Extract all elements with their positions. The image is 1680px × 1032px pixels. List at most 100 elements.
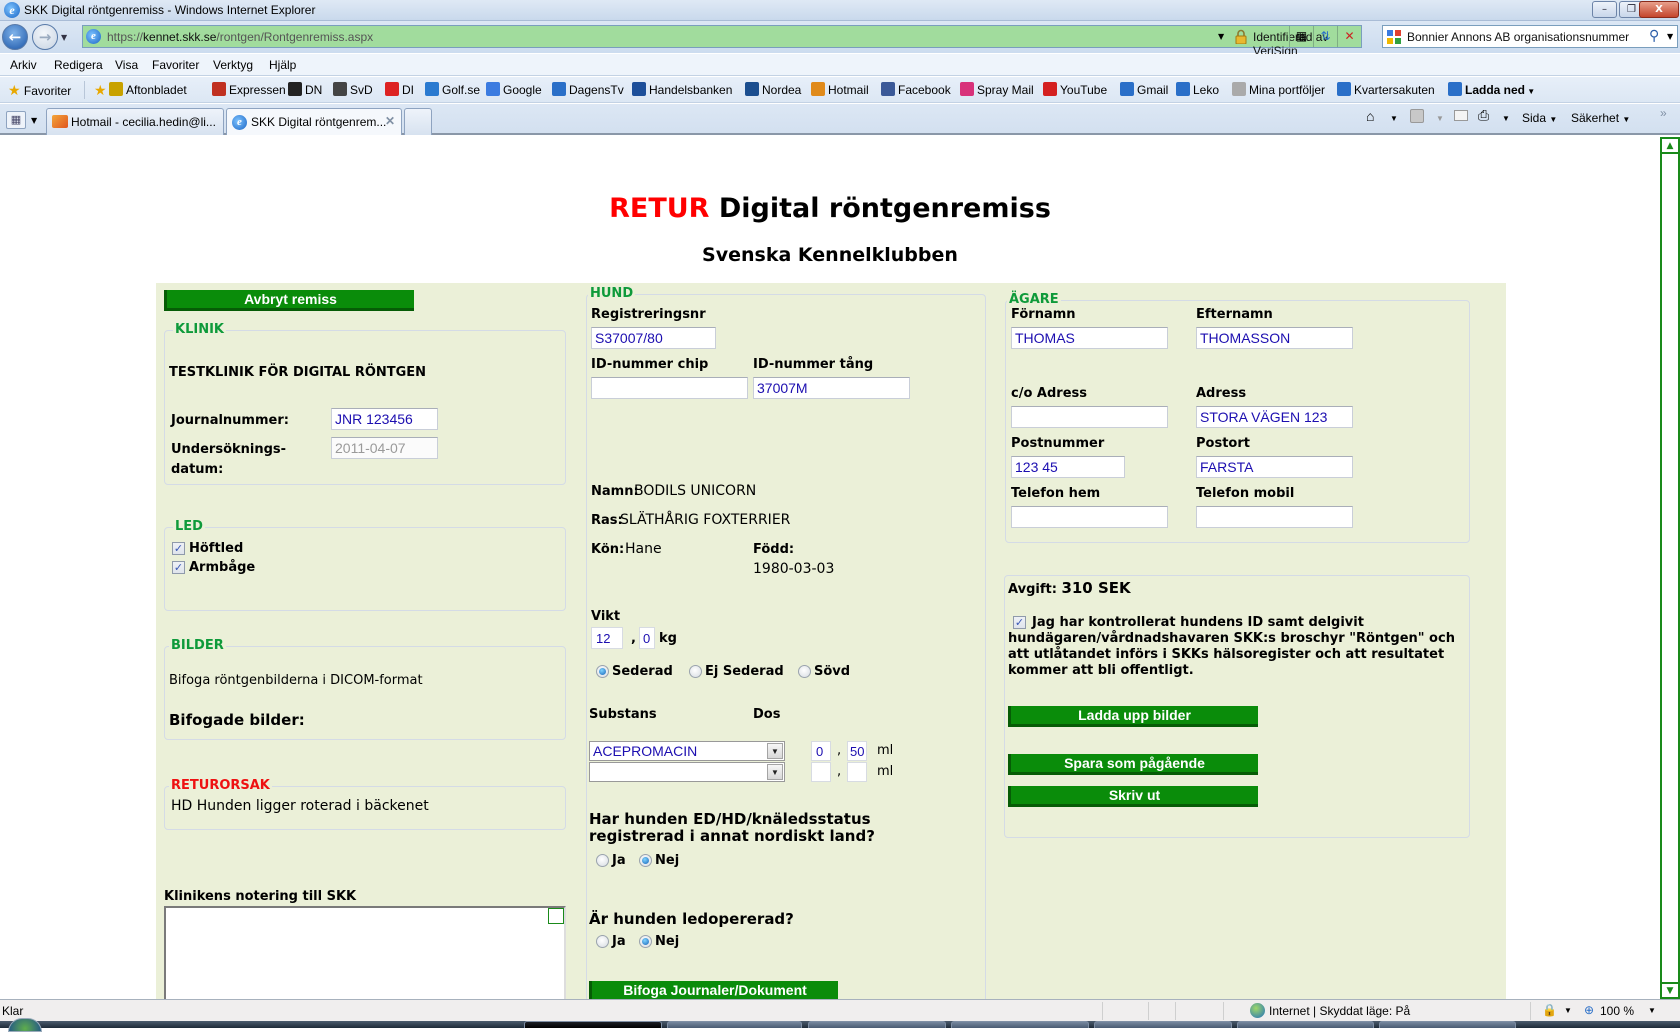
protected-mode-dropdown-icon[interactable]: ▼ <box>1564 1006 1572 1015</box>
favorites-button[interactable]: ★ Favoriter <box>8 82 71 99</box>
favorite-link-dagenstv[interactable]: DagensTv <box>552 82 624 97</box>
not-sedated-radio[interactable] <box>689 665 702 678</box>
favorite-link-mina-portf-ljer[interactable]: Mina portföljer <box>1232 82 1325 97</box>
favorite-link-dn[interactable]: DN <box>288 82 322 97</box>
surgery-no-radio[interactable] <box>639 935 652 948</box>
dose-decimal-input-2[interactable] <box>847 762 867 782</box>
favorite-link-spray-mail[interactable]: Spray Mail <box>960 82 1034 97</box>
lastname-input[interactable]: THOMASSON <box>1196 327 1353 349</box>
textarea-resize-box[interactable] <box>548 908 564 924</box>
read-mail-icon[interactable] <box>1454 110 1468 121</box>
taskbar-item[interactable] <box>667 1021 802 1028</box>
reg-number-input[interactable]: S37007/80 <box>591 327 716 349</box>
favorite-link-handelsbanken[interactable]: Handelsbanken <box>632 82 732 97</box>
chip-id-input[interactable] <box>591 377 748 399</box>
clinic-note-textarea[interactable] <box>164 906 566 999</box>
favorite-link-expressen[interactable]: Expressen <box>212 82 286 97</box>
print-dropdown-icon[interactable]: ▼ <box>1502 114 1510 123</box>
cancel-referral-button[interactable]: Avbryt remiss <box>164 290 414 311</box>
url-text[interactable]: https://kennet.skk.se/rontgen/Rontgenrem… <box>107 30 373 44</box>
menu-arkiv[interactable]: Arkiv <box>10 58 37 72</box>
menu-verktyg[interactable]: Verktyg <box>213 58 253 72</box>
substance-select-2[interactable]: ▼ <box>589 762 785 782</box>
phone-mobile-input[interactable] <box>1196 506 1353 528</box>
favorite-link-aftonbladet[interactable]: Aftonbladet <box>109 82 187 97</box>
taskbar-item[interactable] <box>951 1021 1089 1028</box>
stop-icon[interactable]: ✕ <box>1337 26 1361 47</box>
menu-hjalp[interactable]: Hjälp <box>269 58 296 72</box>
substance-select-1[interactable]: ACEPROMACIN ▼ <box>589 741 785 761</box>
address-bar[interactable]: e https://kennet.skk.se/rontgen/Rontgenr… <box>82 25 1362 58</box>
forward-button[interactable]: → <box>32 24 58 50</box>
weight-integer-input[interactable]: 12 <box>591 627 623 649</box>
page-menu[interactable]: Sida ▼ <box>1522 111 1557 125</box>
scroll-down-icon[interactable]: ▼ <box>1662 982 1678 997</box>
home-dropdown-icon[interactable]: ▼ <box>1390 114 1398 123</box>
attach-documents-button[interactable]: Bifoga Journaler/Dokument <box>589 981 838 999</box>
back-button[interactable]: ← <box>2 24 28 50</box>
feeds-icon[interactable] <box>1410 109 1424 123</box>
lock-icon[interactable] <box>1235 29 1247 44</box>
download-dropdown-icon[interactable]: ▼ <box>1525 87 1535 96</box>
address-input[interactable]: STORA VÄGEN 123 <box>1196 406 1353 428</box>
search-options-dropdown-icon[interactable]: ▼ <box>1667 32 1673 41</box>
taskbar-item[interactable] <box>1237 1021 1374 1028</box>
tab-hotmail[interactable]: Hotmail - cecilia.hedin@li... <box>46 108 224 135</box>
favorite-link-svd[interactable]: SvD <box>333 82 373 97</box>
favorite-link-di[interactable]: DI <box>385 82 414 97</box>
search-icon[interactable]: ⚲ <box>1649 28 1659 44</box>
favorite-link-hotmail[interactable]: Hotmail <box>811 82 869 97</box>
menu-visa[interactable]: Visa <box>115 58 138 72</box>
search-input[interactable]: Bonnier Annons AB organisationsnummer <box>1407 30 1629 44</box>
save-as-pending-button[interactable]: Spara som pågående <box>1008 754 1258 775</box>
compatibility-view-icon[interactable]: ▦ <box>1289 26 1313 47</box>
taskbar-item[interactable] <box>1094 1021 1232 1028</box>
nordic-no-radio[interactable] <box>639 854 652 867</box>
firstname-input[interactable]: THOMAS <box>1011 327 1168 349</box>
surgery-yes-radio[interactable] <box>596 935 609 948</box>
zip-input[interactable]: 123 45 <box>1011 456 1125 478</box>
add-to-favorites-icon[interactable]: ★ <box>94 82 107 99</box>
menu-redigera[interactable]: Redigera <box>54 58 103 72</box>
exam-date-input[interactable]: 2011-04-07 <box>331 437 438 459</box>
sedated-radio[interactable] <box>596 665 609 678</box>
tab-list-dropdown-icon[interactable]: ▼ <box>31 116 37 125</box>
nordic-yes-radio[interactable] <box>596 854 609 867</box>
close-window-button[interactable]: X <box>1639 1 1679 18</box>
elbow-checkbox[interactable]: ✓ <box>172 561 185 574</box>
favorite-link-kvartersakuten[interactable]: Kvartersakuten <box>1337 82 1435 97</box>
security-menu[interactable]: Säkerhet ▼ <box>1571 111 1630 125</box>
favorite-link-facebook[interactable]: Facebook <box>881 82 951 97</box>
phone-home-input[interactable] <box>1011 506 1168 528</box>
favorite-link-gmail[interactable]: Gmail <box>1120 82 1168 97</box>
print-icon[interactable]: ⎙ <box>1478 107 1489 124</box>
new-tab-button[interactable] <box>404 108 432 135</box>
address-dropdown-icon[interactable]: ▼ <box>1218 32 1224 41</box>
dose-integer-input-2[interactable] <box>811 762 831 782</box>
city-input[interactable]: FARSTA <box>1196 456 1353 478</box>
minimize-button[interactable]: – <box>1592 1 1617 18</box>
weight-decimal-input[interactable]: 0 <box>639 627 655 649</box>
chevron-down-icon[interactable]: ▼ <box>767 764 783 780</box>
print-button[interactable]: Skriv ut <box>1008 786 1258 807</box>
quick-tabs-icon[interactable]: ▦ <box>6 111 26 129</box>
search-box[interactable]: Bonnier Annons AB organisationsnummer ⚲ … <box>1382 25 1678 48</box>
feeds-dropdown-icon[interactable]: ▼ <box>1436 114 1444 123</box>
scroll-up-icon[interactable]: ▲ <box>1662 139 1678 154</box>
dose-integer-input-1[interactable]: 0 <box>811 741 831 761</box>
favorite-link-ladda-ned[interactable]: Ladda ned ▼ <box>1448 82 1535 97</box>
recent-pages-dropdown-icon[interactable]: ▼ <box>61 33 67 42</box>
protected-mode-icon[interactable]: 🔒 <box>1542 1003 1557 1017</box>
taskbar-item[interactable] <box>808 1021 946 1028</box>
zoom-dropdown-icon[interactable]: ▼ <box>1648 1006 1656 1015</box>
favorite-link-nordea[interactable]: Nordea <box>745 82 801 97</box>
upload-images-button[interactable]: Ladda upp bilder <box>1008 706 1258 727</box>
close-tab-icon[interactable]: ✕ <box>385 114 395 128</box>
favorite-link-youtube[interactable]: YouTube <box>1043 82 1107 97</box>
taskbar-item[interactable] <box>1379 1021 1516 1028</box>
tab-skk[interactable]: e SKK Digital röntgenrem... ✕ <box>226 108 402 135</box>
chevron-down-icon[interactable]: ▼ <box>767 743 783 759</box>
chevron-more-icon[interactable]: » <box>1660 106 1667 120</box>
security-zone-text[interactable]: Internet | Skyddat läge: På <box>1269 1004 1410 1018</box>
favorite-link-google[interactable]: Google <box>486 82 542 97</box>
